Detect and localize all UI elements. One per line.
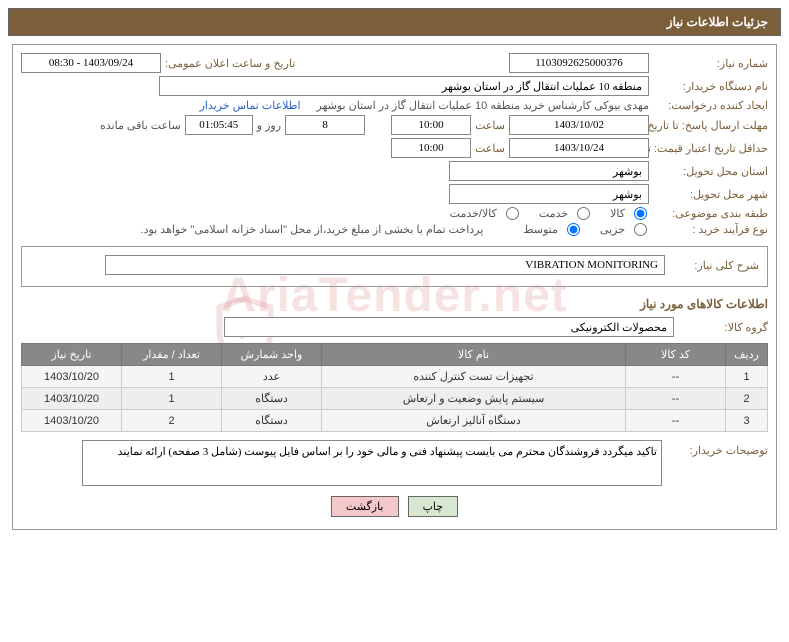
table-cell-code: --: [626, 366, 726, 388]
remaining-label: ساعت باقی مانده: [100, 119, 181, 132]
buyer-notes-label: توضیحات خریدار:: [668, 440, 768, 457]
announce-label: تاریخ و ساعت اعلان عمومی:: [165, 57, 295, 70]
deadline-time-input[interactable]: [391, 115, 471, 135]
city-input[interactable]: [449, 184, 649, 204]
requester-value: مهدی بیوکی کارشناس خرید منطقه 10 عملیات …: [317, 99, 649, 112]
cat-both-label: کالا/خدمت: [450, 207, 497, 220]
table-cell-row: 1: [726, 366, 768, 388]
deadline-date-input[interactable]: [509, 115, 649, 135]
contact-link[interactable]: اطلاعات تماس خریدار: [199, 99, 300, 112]
table-cell-row: 2: [726, 388, 768, 410]
need-desc-fieldset: شرح کلی نیاز:: [21, 246, 768, 287]
group-label: گروه کالا:: [678, 321, 768, 334]
table-cell-code: --: [626, 410, 726, 432]
th-qty: تعداد / مقدار: [122, 344, 222, 366]
page-title: جزئیات اطلاعات نیاز: [667, 15, 768, 29]
cat-both-radio[interactable]: [506, 207, 519, 220]
group-input[interactable]: [224, 317, 674, 337]
purchase-note: پرداخت تمام یا بخشی از مبلغ خرید،از محل …: [141, 223, 484, 236]
days-input[interactable]: [285, 115, 365, 135]
deadline-label: مهلت ارسال پاسخ: تا تاریخ:: [653, 119, 768, 132]
pt-medium-label: متوسط: [523, 223, 558, 236]
goods-section-title: اطلاعات کالاهای مورد نیاز: [21, 297, 768, 311]
remaining-time-input[interactable]: [185, 115, 253, 135]
pt-small-radio[interactable]: [634, 223, 647, 236]
province-input[interactable]: [449, 161, 649, 181]
pt-medium-radio[interactable]: [567, 223, 580, 236]
table-cell-date: 1403/10/20: [22, 388, 122, 410]
buyer-label: نام دستگاه خریدار:: [653, 80, 768, 93]
table-cell-date: 1403/10/20: [22, 366, 122, 388]
th-unit: واحد شمارش: [222, 344, 322, 366]
announce-input[interactable]: [21, 53, 161, 73]
category-label: طبقه بندی موضوعی:: [653, 207, 768, 220]
buyer-notes-textarea[interactable]: [82, 440, 662, 486]
main-form: شماره نیاز: تاریخ و ساعت اعلان عمومی: نا…: [12, 44, 777, 530]
table-row: 1--تجهیزات تست کنترل کنندهعدد11403/10/20: [22, 366, 768, 388]
need-no-input[interactable]: [509, 53, 649, 73]
days-suffix: روز و: [257, 119, 281, 132]
city-label: شهر محل تحویل:: [653, 188, 768, 201]
page-title-bar: جزئیات اطلاعات نیاز: [8, 8, 781, 36]
table-row: 3--دستگاه آنالیز ارتعاشدستگاه21403/10/20: [22, 410, 768, 432]
need-no-label: شماره نیاز:: [653, 57, 768, 70]
back-button[interactable]: بازگشت: [331, 496, 399, 517]
table-cell-name: تجهیزات تست کنترل کننده: [322, 366, 626, 388]
print-button[interactable]: چاپ: [408, 496, 459, 517]
goods-table: ردیف کد کالا نام کالا واحد شمارش تعداد /…: [21, 343, 768, 432]
pt-small-label: جزیی: [600, 223, 625, 236]
th-name: نام کالا: [322, 344, 626, 366]
table-cell-row: 3: [726, 410, 768, 432]
province-label: استان محل تحویل:: [653, 165, 768, 178]
purchase-type-label: نوع فرآیند خرید :: [653, 223, 768, 236]
table-row: 2--سیستم پایش وضعیت و ارتعاشدستگاه11403/…: [22, 388, 768, 410]
table-cell-unit: دستگاه: [222, 410, 322, 432]
time-label-1: ساعت: [475, 119, 505, 132]
table-cell-qty: 2: [122, 410, 222, 432]
requester-label: ایجاد کننده درخواست:: [653, 99, 768, 112]
cat-service-radio[interactable]: [577, 207, 590, 220]
th-code: کد کالا: [626, 344, 726, 366]
validity-time-input[interactable]: [391, 138, 471, 158]
need-desc-input[interactable]: [105, 255, 665, 275]
table-cell-name: دستگاه آنالیز ارتعاش: [322, 410, 626, 432]
table-cell-date: 1403/10/20: [22, 410, 122, 432]
validity-label: حداقل تاریخ اعتبار قیمت: تا تاریخ:: [653, 142, 768, 155]
cat-goods-radio[interactable]: [634, 207, 647, 220]
need-desc-label: شرح کلی نیاز:: [669, 259, 759, 272]
table-cell-code: --: [626, 388, 726, 410]
th-row: ردیف: [726, 344, 768, 366]
th-date: تاریخ نیاز: [22, 344, 122, 366]
time-label-2: ساعت: [475, 142, 505, 155]
buyer-input[interactable]: [159, 76, 649, 96]
table-cell-qty: 1: [122, 366, 222, 388]
cat-goods-label: کالا: [610, 207, 625, 220]
table-cell-name: سیستم پایش وضعیت و ارتعاش: [322, 388, 626, 410]
cat-service-label: خدمت: [539, 207, 568, 220]
validity-date-input[interactable]: [509, 138, 649, 158]
table-cell-unit: عدد: [222, 366, 322, 388]
table-cell-qty: 1: [122, 388, 222, 410]
table-cell-unit: دستگاه: [222, 388, 322, 410]
